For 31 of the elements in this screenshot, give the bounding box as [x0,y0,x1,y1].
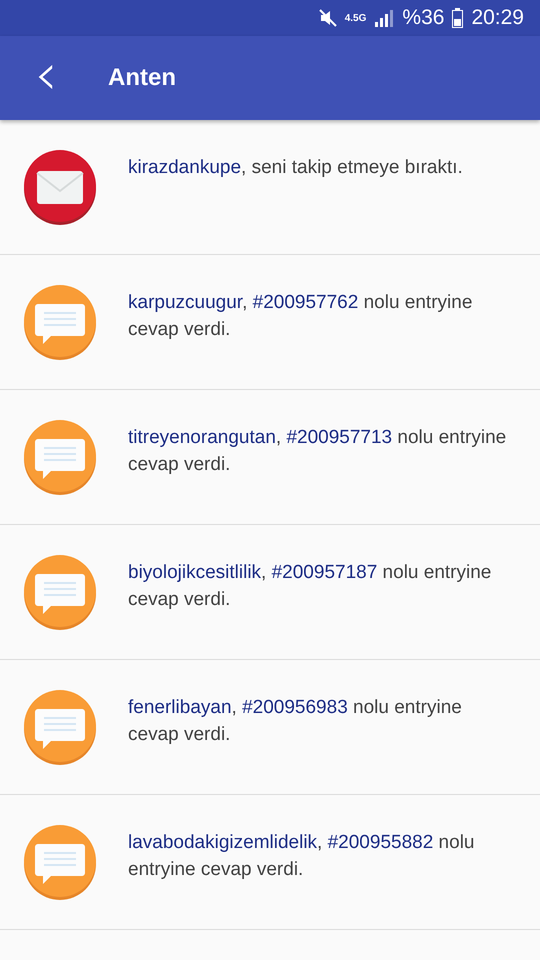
notification-link[interactable]: titreyenorangutan [128,427,276,448]
notification-text: fenerlibayan, #200956983 nolu entryine cevap verdi. [128,696,463,747]
clock: 20:29 [471,6,524,30]
battery-icon [452,8,464,28]
notification-link[interactable]: fenerlibayan [128,697,232,718]
notification-text: karpuzcuugur, #200957762 nolu entryine cevap verdi. [128,291,474,342]
speech-bubble-icon [22,689,98,765]
screen-title: Anten [108,64,176,92]
network-type: 4.5G [344,12,366,24]
notification-text: lavabodakigizemlidelik, #200955882 nolu entryine cevap verdi. [128,831,476,882]
notification-text: biyolojikcesitlilik, #200957187 nolu entryine cevap verdi. [128,561,492,612]
notification-link[interactable]: biyolojikcesitlilik [128,562,262,583]
notification-link[interactable]: kirazdankupe [128,157,242,178]
signal-icon [374,9,394,27]
notification-text: titreyenorangutan, #200957713 nolu entryine cevap verdi. [128,426,508,477]
back-button[interactable]: ‹ [26,45,66,111]
mute-icon [318,9,337,27]
notification-link[interactable]: #200957187 [272,562,378,583]
notification-link[interactable]: #200955882 [328,832,434,853]
battery-percent: %36 [402,6,444,30]
notification-link[interactable]: lavabodakigizemlidelik [128,832,318,853]
notification-link[interactable]: #200957762 [252,292,358,313]
speech-bubble-icon [22,419,98,495]
notification-link[interactable]: #200956983 [242,697,348,718]
speech-bubble-icon [22,284,98,360]
notification-link[interactable]: #200957713 [286,427,392,448]
speech-bubble-icon [22,824,98,900]
notification-link[interactable]: karpuzcuugur [128,292,242,313]
notification-text: kirazdankupe, seni takip etmeye bıraktı. [128,156,464,180]
envelope-icon [22,149,98,225]
speech-bubble-icon [22,554,98,630]
